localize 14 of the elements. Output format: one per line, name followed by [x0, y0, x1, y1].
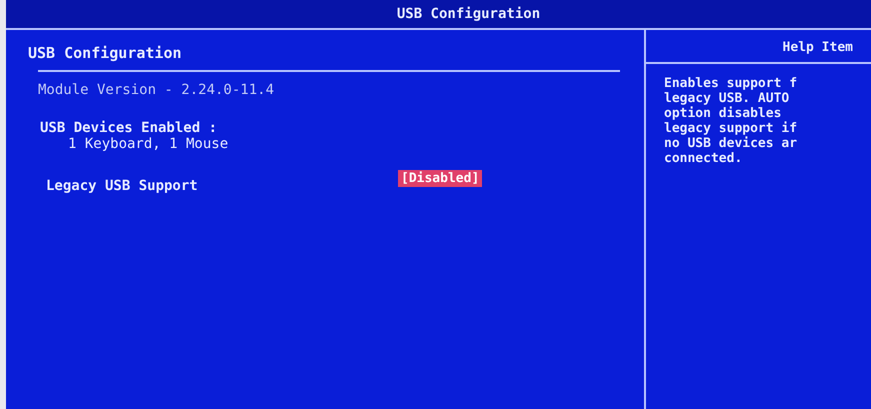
help-text: no USB devices ar [664, 136, 798, 151]
help-title: Help Item [782, 39, 854, 57]
help-text: legacy support if [664, 121, 798, 136]
window-title: USB Configuration [396, 6, 540, 22]
help-text: legacy USB. AUTO [664, 91, 790, 106]
devices-value: 1 Keyboard, 1 Mouse [68, 136, 230, 152]
help-text: option disables [664, 106, 782, 121]
devices-label: USB Devices Enabled : [40, 120, 218, 136]
section-heading: USB Configuration [28, 44, 183, 62]
help-text: connected. [664, 151, 744, 166]
setting-value[interactable]: [Disabled] [398, 170, 482, 187]
module-version-text: Module Version - 2.24.0-11.4 [38, 82, 276, 98]
setting-label: Legacy USB Support [46, 178, 199, 194]
help-text: Enables support f [664, 76, 798, 91]
